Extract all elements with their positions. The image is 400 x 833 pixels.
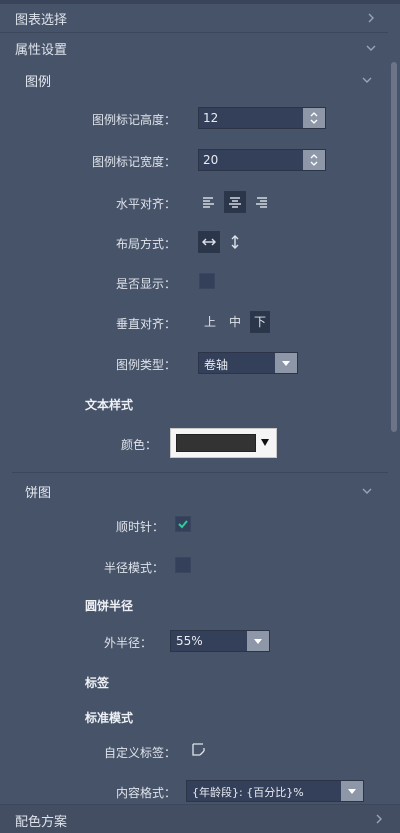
tag-heading: 标签 <box>85 676 110 690</box>
color-picker[interactable] <box>170 428 277 458</box>
content-format-value: {年龄段}: {百分比}% <box>192 786 304 799</box>
chevron-down-icon <box>362 77 372 83</box>
subsection-pie[interactable]: 饼图 <box>12 477 388 505</box>
text-style-heading: 文本样式 <box>85 398 134 412</box>
section-chart-select-label: 图表选择 <box>15 12 68 28</box>
color-label: 颜色： <box>120 438 157 452</box>
subsection-pie-label: 饼图 <box>25 485 52 501</box>
marker-width-stepper[interactable]: 20 <box>198 149 326 171</box>
marker-width-label: 图例标记宽度： <box>91 155 176 169</box>
content-format-row: 内容格式： {年龄段}: {百分比}% <box>0 780 388 804</box>
outer-radius-label: 外半径： <box>103 636 152 650</box>
show-checkbox[interactable] <box>199 273 215 289</box>
chevron-down-icon <box>366 45 376 51</box>
layout-horizontal-icon[interactable] <box>198 231 220 253</box>
section-property-settings[interactable]: 属性设置 <box>0 34 388 62</box>
legend-type-row: 图例类型： 卷轴 <box>0 352 388 376</box>
stepper-arrows-icon[interactable] <box>303 150 325 170</box>
layout-row: 布局方式： <box>0 231 388 255</box>
divider <box>12 472 388 473</box>
outer-radius-select[interactable]: 55% <box>170 630 270 652</box>
h-align-label: 水平对齐： <box>115 197 176 211</box>
standard-mode-heading: 标准模式 <box>85 711 134 725</box>
pie-radius-heading: 圆饼半径 <box>85 599 134 613</box>
clockwise-checkbox[interactable] <box>175 516 191 532</box>
align-center-icon[interactable] <box>224 191 246 213</box>
color-swatch <box>176 434 256 452</box>
content-format-label: 内容格式： <box>115 786 176 800</box>
marker-height-label: 图例标记高度： <box>91 113 176 127</box>
marker-width-row: 图例标记宽度： 20 <box>0 149 388 173</box>
v-align-top-button[interactable]: 上 <box>200 311 220 333</box>
section-property-settings-label: 属性设置 <box>15 42 68 58</box>
v-align-bottom-button[interactable]: 下 <box>250 311 270 333</box>
legend-type-label: 图例类型： <box>115 358 176 372</box>
show-row: 是否显示： <box>0 271 388 295</box>
dropdown-arrow-icon[interactable] <box>275 353 297 373</box>
align-right-icon[interactable] <box>250 191 272 213</box>
custom-label-row: 自定义标签： <box>0 740 388 764</box>
clockwise-label: 顺时针： <box>115 520 164 534</box>
section-color-scheme[interactable]: 配色方案 <box>0 804 400 833</box>
radius-mode-row: 半径模式： <box>0 555 388 579</box>
layout-label: 布局方式： <box>115 237 176 251</box>
subsection-legend[interactable]: 图例 <box>12 66 388 94</box>
dropdown-arrow-icon[interactable] <box>341 781 363 801</box>
custom-label-label: 自定义标签： <box>103 746 176 760</box>
section-chart-select[interactable]: 图表选择 <box>0 4 388 33</box>
outer-radius-row: 外半径： 55% <box>0 630 388 654</box>
marker-width-value: 20 <box>203 153 219 167</box>
layout-vertical-icon[interactable] <box>224 231 246 253</box>
legend-type-select[interactable]: 卷轴 <box>198 352 298 374</box>
marker-height-row: 图例标记高度： 12 <box>0 107 388 131</box>
h-align-row: 水平对齐： <box>0 191 388 215</box>
legend-type-value: 卷轴 <box>204 358 229 372</box>
chevron-down-icon <box>362 488 372 494</box>
section-color-scheme-label: 配色方案 <box>15 815 68 830</box>
chevron-right-icon <box>368 13 374 23</box>
show-label: 是否显示： <box>115 277 176 291</box>
align-left-icon[interactable] <box>198 191 220 213</box>
radius-mode-label: 半径模式： <box>103 561 164 575</box>
outer-radius-value: 55% <box>176 634 203 648</box>
edit-icon[interactable] <box>191 742 207 758</box>
dropdown-arrow-icon[interactable] <box>247 631 269 651</box>
chevron-right-icon <box>376 814 382 824</box>
v-align-middle-button[interactable]: 中 <box>225 311 245 333</box>
radius-mode-checkbox[interactable] <box>175 557 191 573</box>
caret-down-icon <box>261 439 269 446</box>
marker-height-stepper[interactable]: 12 <box>198 107 326 129</box>
clockwise-row: 顺时针： <box>0 514 388 538</box>
subsection-legend-label: 图例 <box>25 74 52 90</box>
marker-height-value: 12 <box>203 111 219 125</box>
content-format-select[interactable]: {年龄段}: {百分比}% <box>186 780 364 802</box>
stepper-arrows-icon[interactable] <box>303 108 325 128</box>
check-icon <box>178 520 188 529</box>
v-align-row: 垂直对齐： 上 中 下 <box>0 311 388 335</box>
v-align-label: 垂直对齐： <box>115 317 176 331</box>
scrollbar[interactable] <box>391 62 397 432</box>
